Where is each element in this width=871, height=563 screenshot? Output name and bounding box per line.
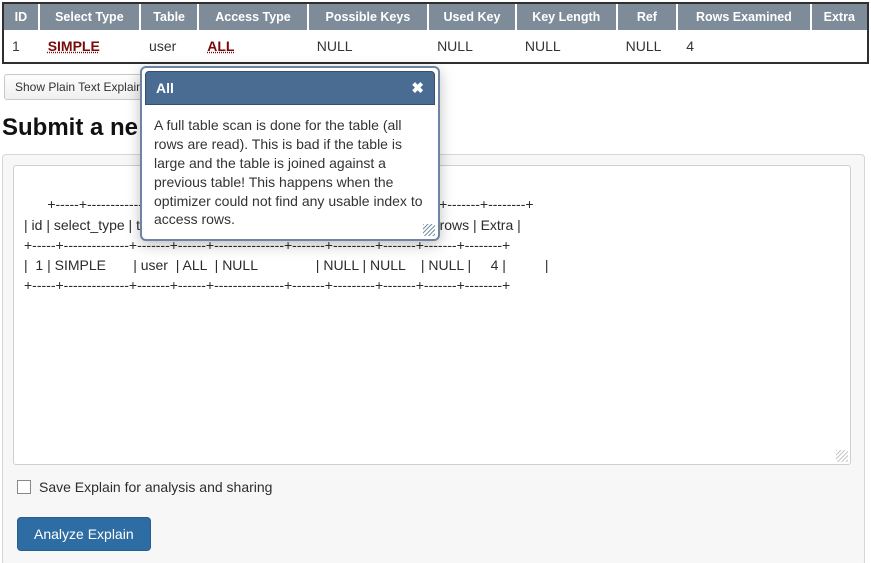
analyze-explain-button[interactable]: Analyze Explain (17, 517, 151, 551)
col-select-type: Select Type (40, 4, 141, 30)
cell-key-length: NULL (517, 30, 618, 62)
access-type-tooltip: All ✖ A full table scan is done for the … (140, 66, 440, 241)
cell-table: user (141, 30, 199, 62)
col-rows-examined: Rows Examined (678, 4, 811, 30)
explain-result-table: ID Select Type Table Access Type Possibl… (2, 2, 869, 64)
col-table: Table (141, 4, 199, 30)
cell-select-type[interactable]: SIMPLE (48, 38, 100, 54)
col-ref: Ref (618, 4, 679, 30)
save-explain-label: Save Explain for analysis and sharing (39, 479, 272, 495)
cell-access-type[interactable]: ALL (207, 38, 234, 54)
tooltip-title: All (156, 80, 174, 96)
cell-rows-examined: 4 (678, 30, 811, 62)
resize-grip-icon[interactable] (836, 450, 848, 462)
cell-possible-keys: NULL (309, 30, 429, 62)
table-row: 1 SIMPLE user ALL NULL NULL NULL NULL 4 (4, 30, 867, 62)
tooltip-body: A full table scan is done for the table … (142, 108, 438, 239)
tooltip-text: A full table scan is done for the table … (154, 117, 423, 227)
col-extra: Extra (812, 4, 867, 30)
save-explain-checkbox[interactable] (17, 480, 31, 494)
cell-extra (812, 30, 867, 62)
col-id: ID (4, 4, 40, 30)
tooltip-resize-grip-icon[interactable] (423, 224, 435, 236)
col-used-key: Used Key (429, 4, 517, 30)
col-possible-keys: Possible Keys (309, 4, 429, 30)
col-key-length: Key Length (517, 4, 618, 30)
cell-ref: NULL (618, 30, 679, 62)
cell-id: 1 (4, 30, 40, 62)
show-plain-text-button[interactable]: Show Plain Text Explain (4, 74, 154, 100)
cell-used-key: NULL (429, 30, 517, 62)
col-access-type: Access Type (199, 4, 308, 30)
close-icon[interactable]: ✖ (411, 79, 424, 97)
tooltip-header[interactable]: All ✖ (145, 71, 435, 105)
